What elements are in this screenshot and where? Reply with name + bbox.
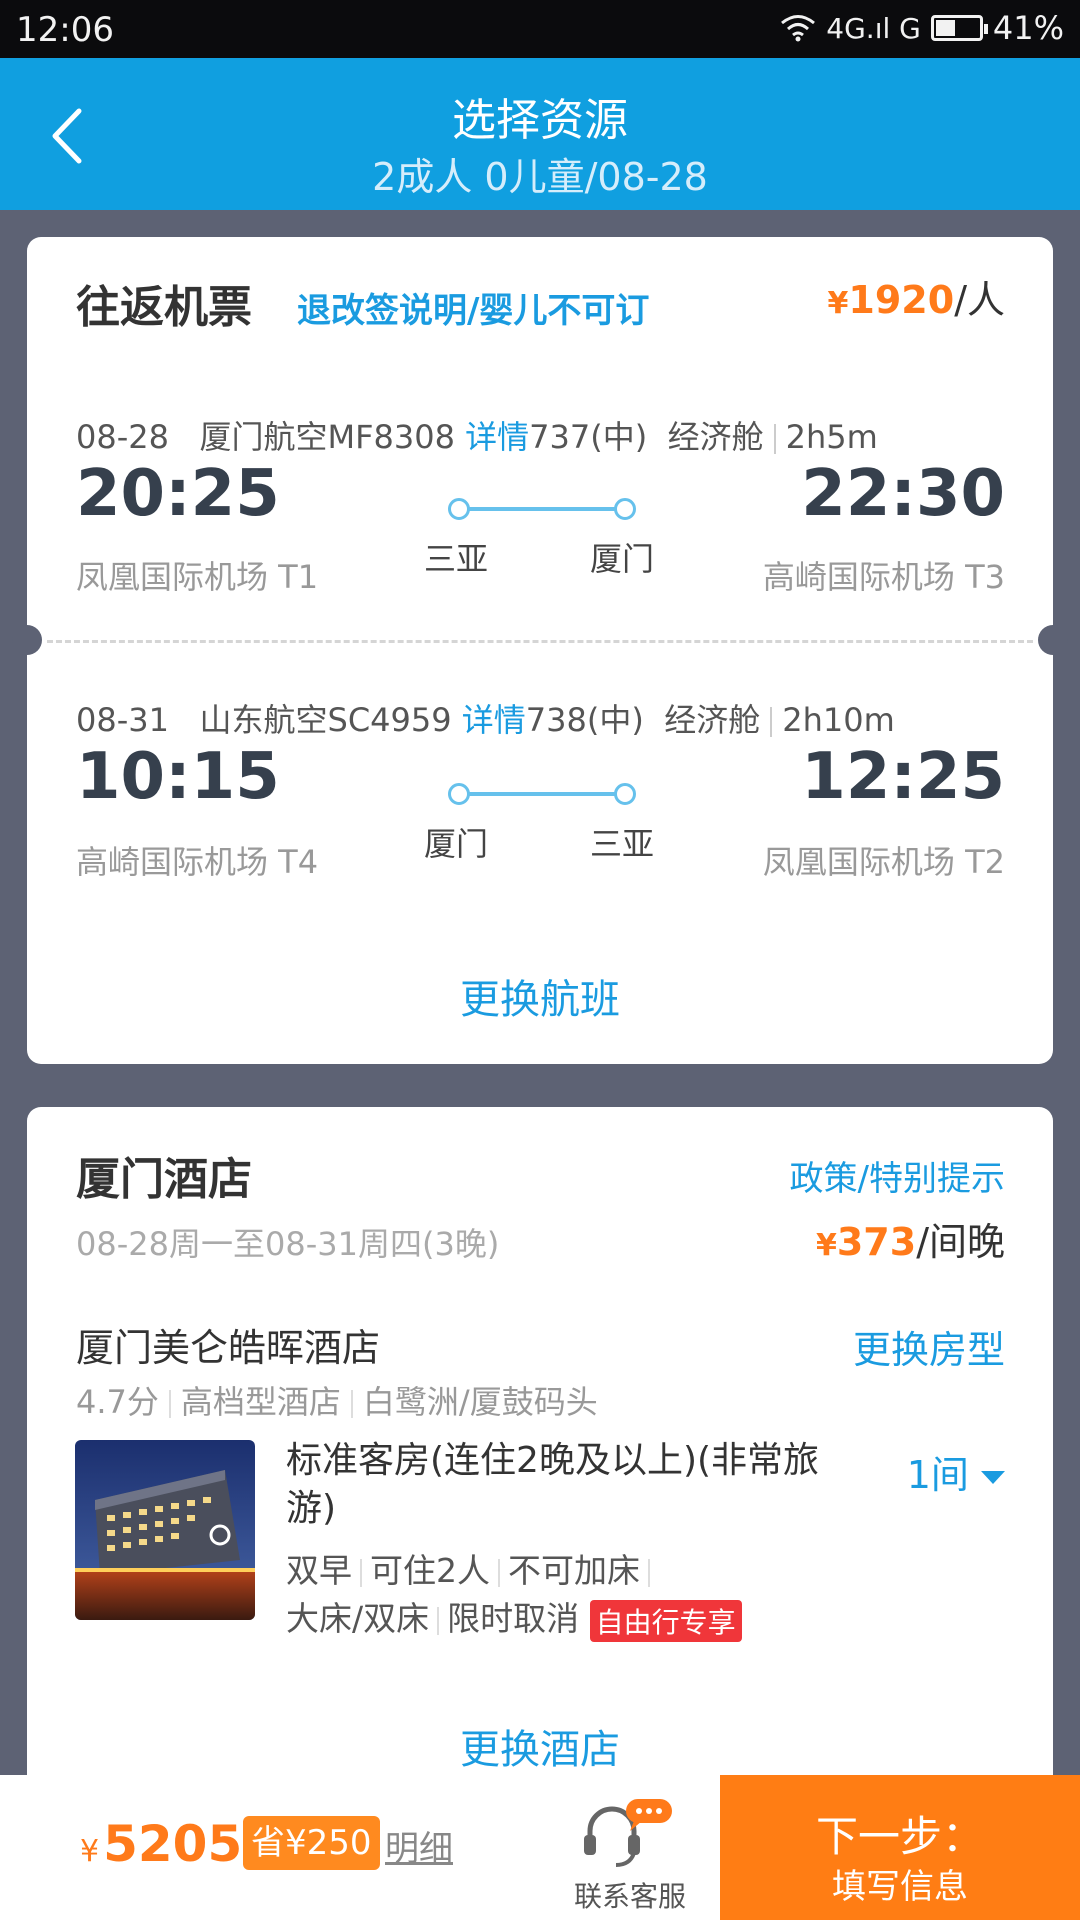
hotel-dates: 08-28周一至08-31周四(3晚) <box>76 1225 500 1263</box>
next-step-button[interactable]: 下一步： 填写信息 <box>720 1775 1080 1920</box>
flights-title: 往返机票 <box>76 282 252 333</box>
battery-percent: 41% <box>992 9 1064 47</box>
hotel-policy-link[interactable]: 政策/特别提示 <box>790 1151 1005 1200</box>
change-hotel-button[interactable]: 更换酒店 <box>27 1717 1053 1775</box>
hotel-area: 白鹭洲/厦鼓码头 <box>362 1383 598 1421</box>
from-city: 厦门 <box>424 825 489 863</box>
caret-down-icon <box>981 1470 1005 1484</box>
flight-segment-info: 08-28 厦门航空MF8308 详情737(中) 经济舱 2h5m <box>76 418 878 456</box>
route-line <box>457 507 623 511</box>
route-start-dot <box>448 498 470 520</box>
departure-time: 10:15 <box>76 740 280 814</box>
change-room-button[interactable]: 更换房型 <box>853 1319 1005 1374</box>
price-detail-link[interactable]: 明细 <box>385 1821 453 1870</box>
room-features: 大床/双床 限时取消 自由行专享 <box>286 1592 742 1642</box>
flight-detail-link[interactable]: 详情 <box>462 701 526 739</box>
savings-badge: 省¥250 <box>243 1816 380 1870</box>
to-city: 三亚 <box>590 825 655 863</box>
to-city: 厦门 <box>590 540 655 578</box>
ticket-notch <box>12 625 42 655</box>
arrival-time: 12:25 <box>801 740 1005 814</box>
arrival-airport: 高崎国际机场 T3 <box>762 558 1005 596</box>
route-line <box>457 792 623 796</box>
change-flight-button[interactable]: 更换航班 <box>27 967 1053 1025</box>
room-count-select[interactable]: 1间 <box>907 1444 1005 1499</box>
total-price: ¥5205 <box>80 1815 243 1873</box>
departure-airport: 高崎国际机场 T4 <box>76 843 319 881</box>
hotel-card: 厦门酒店 政策/特别提示 08-28周一至08-31周四(3晚) ¥373/间晚… <box>27 1107 1053 1867</box>
hotel-level: 高档型酒店 <box>180 1383 341 1421</box>
room-name: 标准客房(连住2晚及以上)(非常旅游) <box>286 1440 820 1529</box>
hotel-name[interactable]: 厦门美仑皓晖酒店 <box>76 1317 380 1372</box>
page-subtitle: 2成人 0儿童/08-28 <box>372 155 708 199</box>
divider <box>47 640 1033 643</box>
signal-icon: 4G.ıl G <box>826 11 921 45</box>
flight-price-value: 1920 <box>848 278 955 322</box>
hotel-price: ¥373/间晚 <box>815 1220 1005 1264</box>
arrival-airport: 凤凰国际机场 T2 <box>762 843 1005 881</box>
route-start-dot <box>448 783 470 805</box>
arrival-time: 22:30 <box>801 457 1005 531</box>
promo-tag: 自由行专享 <box>589 1599 742 1642</box>
from-city: 三亚 <box>424 540 489 578</box>
battery-icon <box>930 15 988 41</box>
departure-time: 20:25 <box>76 457 280 531</box>
next-step-label: 下一步： <box>815 1812 984 1861</box>
customer-service-button[interactable]: 联系客服 <box>560 1785 700 1915</box>
hotel-score: 4.7分 <box>76 1383 159 1421</box>
header: 选择资源 2成人 0儿童/08-28 <box>0 58 1080 210</box>
hotel-price-value: 373 <box>836 1220 917 1264</box>
flight-segment-info: 08-31 山东航空SC4959 详情738(中) 经济舱 2h10m <box>76 701 895 739</box>
flights-card: 往返机票 退改签说明/婴儿不可订 ¥1920/人 08-28 厦门航空MF830… <box>12 237 1068 1064</box>
wifi-icon <box>781 15 816 42</box>
status-time: 12:06 <box>16 10 114 50</box>
page-title: 选择资源 <box>452 95 628 146</box>
next-step-sublabel: 填写信息 <box>832 1867 968 1907</box>
route-end-dot <box>614 783 636 805</box>
hotel-attributes: 4.7分 高档型酒店 白鹭洲/厦鼓码头 <box>76 1377 598 1423</box>
headset-icon <box>584 1799 672 1867</box>
customer-service-label: 联系客服 <box>573 1880 686 1913</box>
hotel-photo[interactable] <box>75 1440 255 1620</box>
route-end-dot <box>614 498 636 520</box>
status-bar: 12:06 4G.ıl G 41% <box>0 0 1080 58</box>
ticket-notch <box>1038 625 1068 655</box>
departure-airport: 凤凰国际机场 T1 <box>76 558 319 596</box>
flight-policy-link[interactable]: 退改签说明/婴儿不可订 <box>297 283 649 332</box>
flight-detail-link[interactable]: 详情 <box>465 418 529 456</box>
bottom-bar: ¥5205 省¥250 明细 联系客服 下一步： 填写信息 <box>0 1775 1080 1920</box>
flight-price: ¥1920/人 <box>827 278 1005 322</box>
room-features: 双早 可住2人 不可加床 <box>286 1544 658 1592</box>
total-price-value: 5205 <box>103 1815 243 1873</box>
hotel-section-title: 厦门酒店 <box>76 1154 252 1205</box>
